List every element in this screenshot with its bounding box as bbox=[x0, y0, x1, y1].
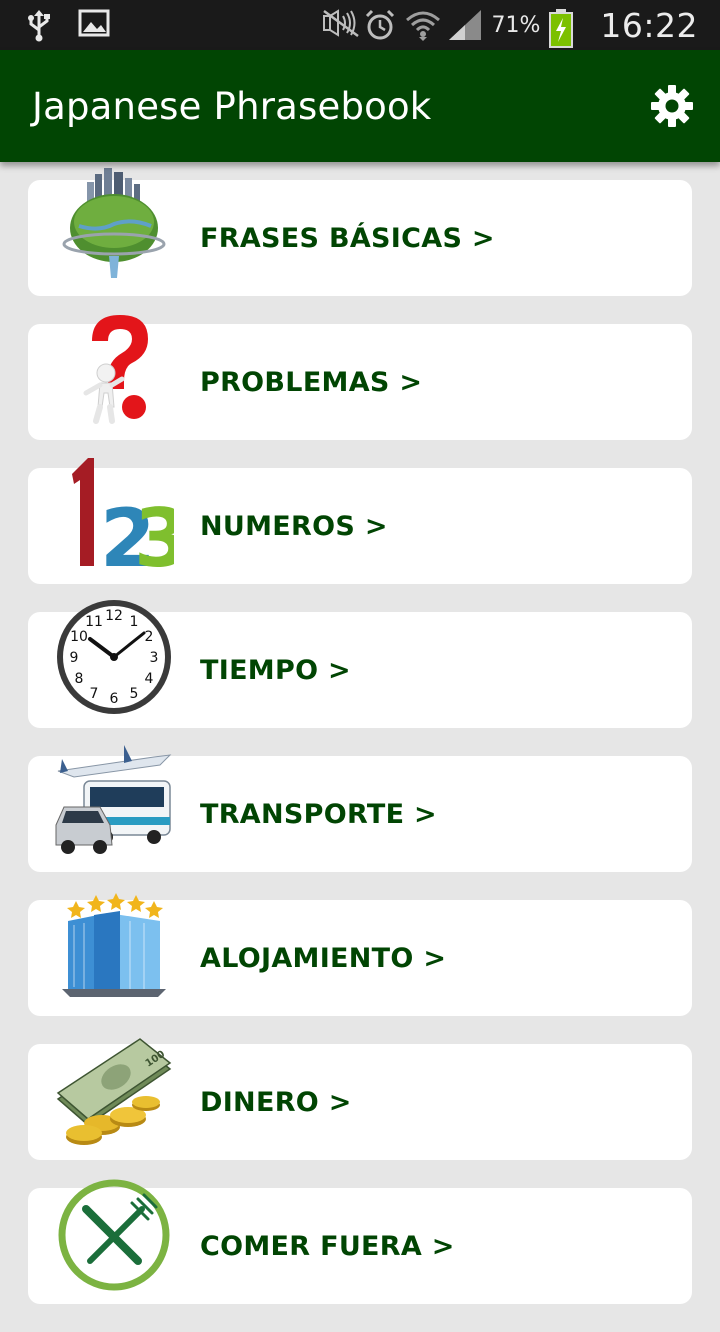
category-comer-fuera[interactable]: COMER FUERA > bbox=[28, 1179, 692, 1304]
numbers-123-icon: 2 3 bbox=[54, 452, 174, 574]
battery-percent: 71% bbox=[491, 12, 541, 38]
svg-text:2: 2 bbox=[145, 629, 154, 645]
category-label: FRASES BÁSICAS > bbox=[200, 222, 495, 254]
svg-text:12: 12 bbox=[105, 608, 123, 624]
category-label: PROBLEMAS > bbox=[200, 366, 423, 398]
svg-text:6: 6 bbox=[110, 691, 119, 707]
category-label: TIEMPO > bbox=[200, 654, 351, 686]
transport-icon bbox=[54, 740, 174, 862]
status-bar: 71% 16:22 bbox=[0, 0, 720, 50]
category-list: FRASES BÁSICAS > PROBLEMAS > 2 3 NUMEROS… bbox=[28, 168, 692, 1332]
clock: 16:22 bbox=[600, 5, 698, 45]
globe-city-icon bbox=[54, 164, 174, 286]
svg-text:3: 3 bbox=[134, 492, 174, 572]
svg-text:1: 1 bbox=[130, 614, 139, 630]
usb-icon bbox=[26, 8, 60, 42]
svg-text:10: 10 bbox=[70, 629, 88, 645]
alarm-icon bbox=[363, 8, 397, 42]
app-title: Japanese Phrasebook bbox=[32, 84, 432, 128]
category-label: TRANSPORTE > bbox=[200, 798, 437, 830]
mute-icon bbox=[321, 8, 360, 42]
image-icon bbox=[78, 8, 112, 42]
svg-text:11: 11 bbox=[85, 614, 103, 630]
category-tiempo[interactable]: 12 1 2 3 4 5 6 7 8 9 10 11 TIEMPO > bbox=[28, 600, 692, 728]
fork-knife-icon bbox=[54, 1172, 174, 1294]
hotel-building-icon bbox=[54, 884, 174, 1006]
gear-icon[interactable] bbox=[649, 83, 695, 129]
wifi-icon bbox=[405, 8, 441, 42]
svg-text:5: 5 bbox=[130, 686, 139, 702]
svg-text:9: 9 bbox=[70, 650, 79, 666]
category-transporte[interactable]: TRANSPORTE > bbox=[28, 745, 692, 872]
clock-icon: 12 1 2 3 4 5 6 7 8 9 10 11 bbox=[54, 596, 174, 718]
category-numeros[interactable]: 2 3 NUMEROS > bbox=[28, 458, 692, 584]
category-label: COMER FUERA > bbox=[200, 1230, 455, 1262]
svg-text:3: 3 bbox=[150, 650, 159, 666]
category-label: DINERO > bbox=[200, 1086, 352, 1118]
category-label: ALOJAMIENTO > bbox=[200, 942, 447, 974]
category-problemas[interactable]: PROBLEMAS > bbox=[28, 315, 692, 440]
battery-charging-icon bbox=[548, 8, 582, 48]
app-bar: Japanese Phrasebook bbox=[0, 50, 720, 162]
category-alojamiento[interactable]: ALOJAMIENTO > bbox=[28, 893, 692, 1016]
svg-text:4: 4 bbox=[145, 671, 154, 687]
signal-icon bbox=[447, 8, 482, 42]
question-mark-figure-icon bbox=[54, 308, 174, 430]
svg-text:8: 8 bbox=[75, 671, 84, 687]
svg-text:7: 7 bbox=[90, 686, 99, 702]
category-frases-basicas[interactable]: FRASES BÁSICAS > bbox=[28, 168, 692, 296]
category-dinero[interactable]: 100 DINERO > bbox=[28, 1038, 692, 1160]
settings-button[interactable] bbox=[648, 82, 696, 130]
money-icon: 100 bbox=[54, 1028, 174, 1150]
category-label: NUMEROS > bbox=[200, 510, 388, 542]
